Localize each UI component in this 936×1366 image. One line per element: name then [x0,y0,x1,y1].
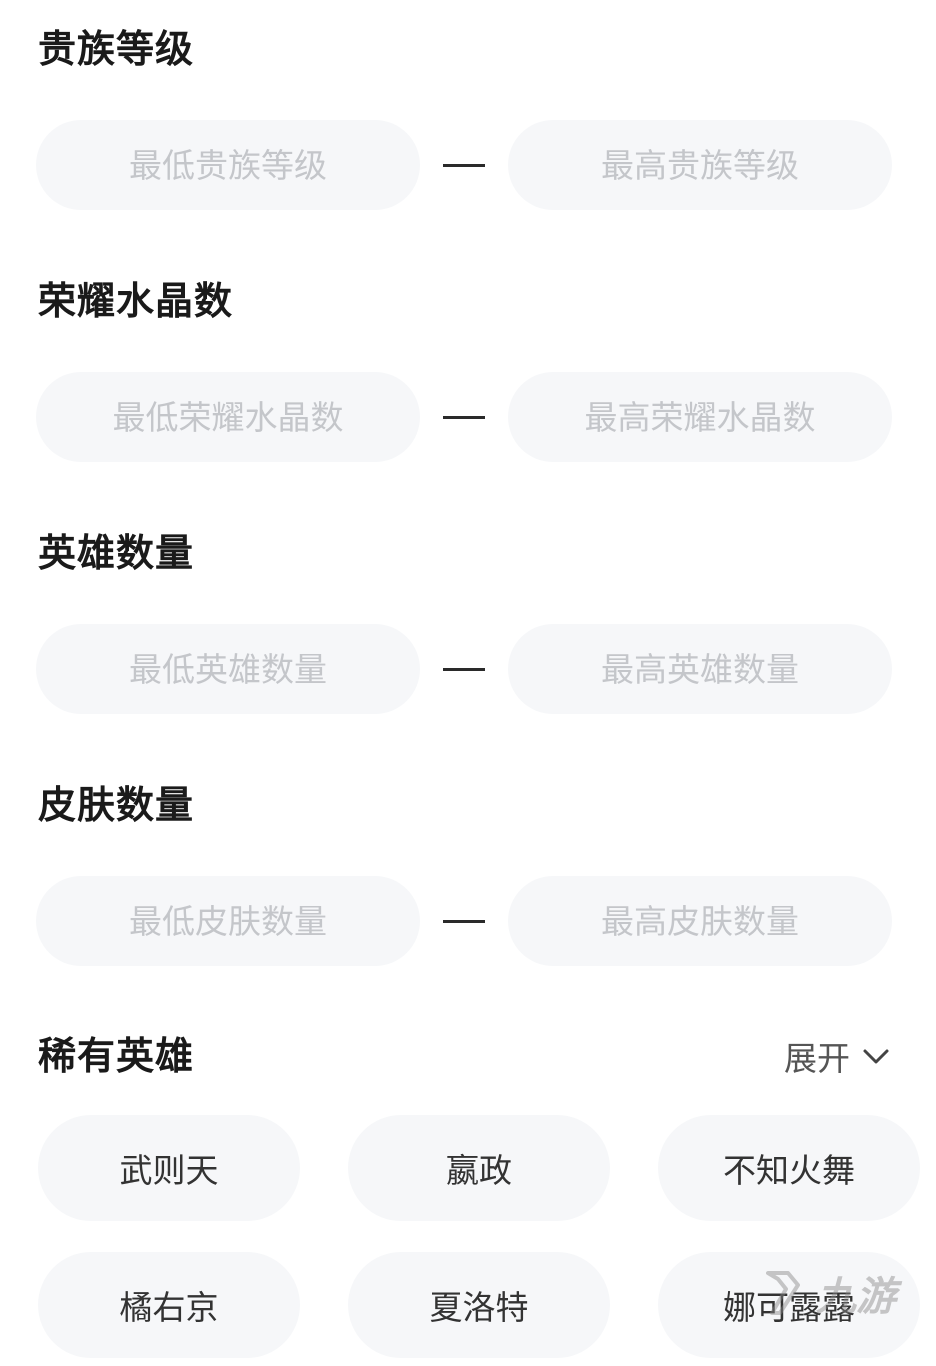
range-hero-count [36,624,892,714]
section-title-noble-level: 贵族等级 [38,27,195,71]
section-title-rare-heroes: 稀有英雄 [38,1034,195,1078]
section-title-hero-count: 英雄数量 [38,531,195,575]
max-skin-count-input[interactable] [508,876,892,966]
range-separator [443,668,485,671]
range-noble-level [36,120,892,210]
range-skin-count [36,876,892,966]
section-title-glory-crystal: 荣耀水晶数 [38,279,234,323]
hero-chip-juyoujing[interactable]: 橘右京 [38,1252,300,1358]
min-glory-crystal-input[interactable] [36,372,420,462]
hero-chip-xialuote[interactable]: 夏洛特 [348,1252,610,1358]
hero-chip-nakelulu[interactable]: 娜可露露 [658,1252,920,1358]
min-noble-level-input[interactable] [36,120,420,210]
range-separator [443,416,485,419]
range-glory-crystal [36,372,892,462]
range-separator [443,920,485,923]
range-separator [443,164,485,167]
section-title-skin-count: 皮肤数量 [38,783,195,827]
min-skin-count-input[interactable] [36,876,420,966]
filter-page: 贵族等级 荣耀水晶数 英雄数量 皮肤数量 稀有英雄 展开 武则天 嬴政 不知火舞… [0,0,936,1366]
hero-chip-wuzetian[interactable]: 武则天 [38,1115,300,1221]
min-hero-count-input[interactable] [36,624,420,714]
hero-chip-yingzheng[interactable]: 嬴政 [348,1115,610,1221]
hero-chip-buzhihuowu[interactable]: 不知火舞 [658,1115,920,1221]
max-hero-count-input[interactable] [508,624,892,714]
expand-toggle[interactable]: 展开 [784,1036,890,1078]
max-noble-level-input[interactable] [508,120,892,210]
max-glory-crystal-input[interactable] [508,372,892,462]
chevron-down-icon [863,1049,889,1064]
expand-label: 展开 [784,1039,850,1078]
